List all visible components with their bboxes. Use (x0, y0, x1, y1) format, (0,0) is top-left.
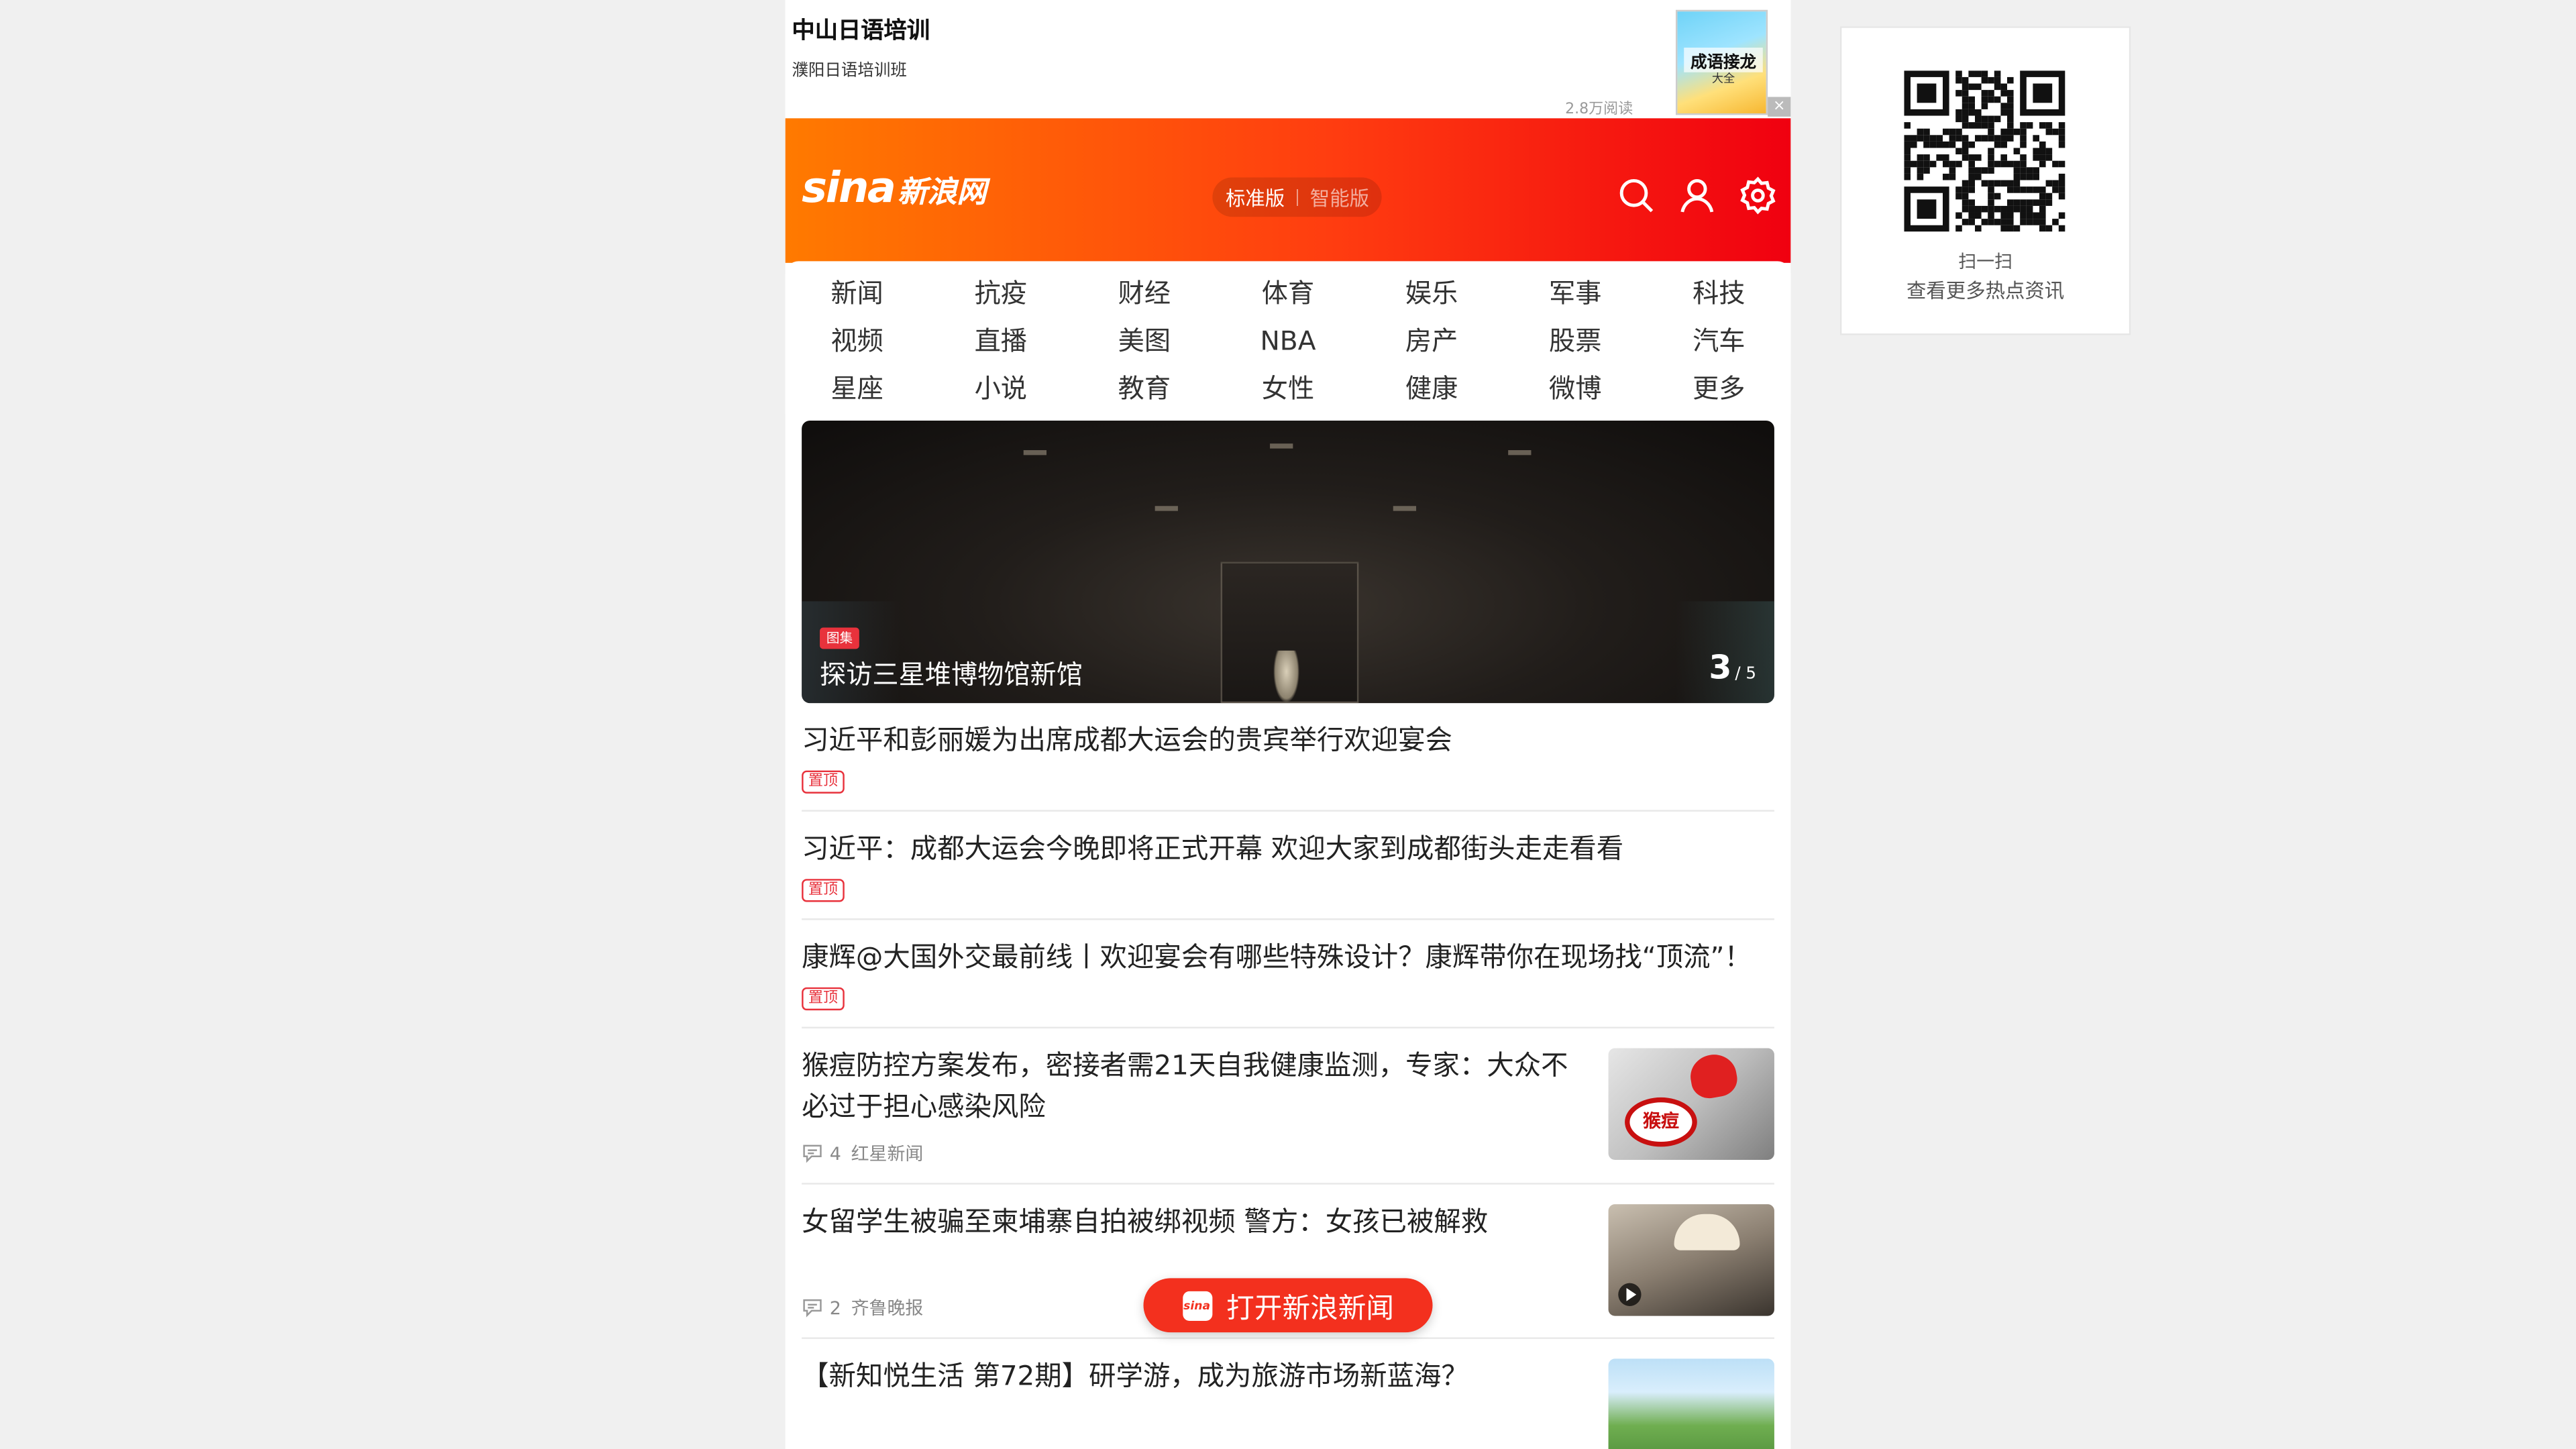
news-headline[interactable]: 猴痘防控方案发布，密接者需21天自我健康监测，专家：大众不必过于担心感染风险 (802, 1045, 1591, 1127)
qr-panel: 扫一扫 查看更多热点资讯 (1839, 26, 2131, 335)
slide-counter: 3/ 5 (1709, 647, 1756, 687)
version-smart[interactable]: 智能版 (1310, 183, 1369, 211)
heart-icon (1687, 1051, 1740, 1102)
channel-grid: 新闻 抗疫 财经 体育 娱乐 军事 科技视频 直播 美图 NBA 房产 股票 汽车星座 小说 教育 女性 健康微… (786, 274, 1791, 407)
comment-count: 2 (829, 1297, 841, 1319)
nav-item[interactable]: 房产 (1360, 322, 1503, 360)
nav-item[interactable]: 星座 (786, 370, 929, 407)
ceiling-light (1023, 450, 1047, 455)
ad-title[interactable]: 中山日语培训 (792, 13, 930, 46)
user-icon[interactable] (1677, 176, 1717, 215)
slide-title[interactable]: 探访三星堆博物馆新馆 (820, 652, 1083, 692)
nav-item[interactable]: 军事 (1503, 274, 1647, 312)
news-headline[interactable]: 康辉@大国外交最前线丨欢迎宴会有哪些特殊设计？康辉带你在现场找“顶流”！ (802, 936, 1774, 977)
news-item[interactable]: 猴痘防控方案发布，密接者需21天自我健康监测，专家：大众不必过于担心感染风险 4… (802, 1028, 1774, 1185)
thumb-figure (1674, 1214, 1740, 1250)
comment-icon (803, 1299, 822, 1318)
gallery-tag: 图集 (820, 627, 859, 649)
nav-item[interactable]: 直播 (929, 322, 1073, 360)
version-standard[interactable]: 标准版 (1226, 183, 1285, 211)
pinned-badge: 置顶 (802, 770, 845, 794)
nav-item[interactable]: 新闻 (786, 274, 929, 312)
news-headline[interactable]: 习近平：成都大运会今晚即将正式开幕 欢迎大家到成都街头走走看看 (802, 828, 1774, 869)
nav-item[interactable]: 娱乐 (1360, 274, 1503, 312)
qr-caption-more: 查看更多热点资讯 (1907, 279, 2065, 303)
nav-item[interactable]: 视频 (786, 322, 929, 360)
gear-icon[interactable] (1738, 176, 1778, 215)
ad-thumb-title: 成语接龙 (1684, 48, 1763, 72)
news-item[interactable]: 习近平和彭丽媛为出席成都大运会的贵宾举行欢迎宴会 置顶 (802, 703, 1774, 812)
ad-subtitle: 濮阳日语培训班 (792, 62, 907, 81)
photo-slider[interactable]: 图集 探访三星堆博物馆新馆 3/ 5 (802, 420, 1774, 704)
nav-item[interactable]: 小说 (929, 370, 1073, 407)
slide-total: / 5 (1735, 665, 1756, 684)
ceiling-light (1508, 450, 1532, 455)
nav-item[interactable]: 微博 (1503, 370, 1647, 407)
nav-item[interactable]: 更多 (1647, 370, 1790, 407)
ceiling-light (1270, 443, 1293, 449)
ceiling-light (1393, 506, 1417, 511)
ceiling-light (1155, 506, 1178, 511)
bronze-statue (1273, 650, 1300, 704)
news-source: 红星新闻 (851, 1143, 924, 1165)
stage: 中山日语培训 濮阳日语培训班 2.8万阅读 成语接龙 大全 × sina 新浪网 … (0, 0, 2576, 1449)
channel-nav: 新闻 抗疫 财经 体育 娱乐 军事 科技视频 直播 美图 NBA 房产 股票 汽车星座 小说 教育 女性 健康微… (785, 261, 1791, 415)
news-thumbnail[interactable] (1608, 1358, 1774, 1449)
nav-item[interactable]: 财经 (1073, 274, 1216, 312)
pinned-badge: 置顶 (802, 987, 845, 1011)
nav-item[interactable]: 抗疫 (929, 274, 1073, 312)
search-icon[interactable] (1617, 176, 1656, 215)
nav-item[interactable]: 科技 (1647, 274, 1790, 312)
news-item[interactable]: 康辉@大国外交最前线丨欢迎宴会有哪些特殊设计？康辉带你在现场找“顶流”！ 置顶 (802, 920, 1774, 1029)
comment-icon (803, 1144, 822, 1163)
nav-item[interactable]: 女性 (1216, 370, 1360, 407)
news-headline[interactable]: 女留学生被骗至柬埔寨自拍被绑视频 警方：女孩已被解救 (802, 1201, 1591, 1242)
mobile-page: 中山日语培训 濮阳日语培训班 2.8万阅读 成语接龙 大全 × sina 新浪网 … (785, 0, 1791, 1449)
logo-chinese: 新浪网 (898, 176, 987, 211)
qr-code-icon (1904, 70, 2065, 232)
ad-read-count: 2.8万阅读 (1565, 101, 1633, 119)
ad-thumbnail[interactable]: 成语接龙 大全 (1675, 9, 1768, 115)
nav-item[interactable]: 美图 (1073, 322, 1216, 360)
version-separator: | (1294, 188, 1301, 207)
sina-logo[interactable]: sina 新浪网 (802, 164, 986, 213)
slide-current: 3 (1709, 647, 1732, 687)
news-headline[interactable]: 【新知悦生活 第72期】研学游，成为旅游市场新蓝海？ (802, 1355, 1591, 1396)
nav-item[interactable]: 汽车 (1647, 322, 1790, 360)
nav-item[interactable]: 健康 (1360, 370, 1503, 407)
play-icon[interactable] (1618, 1283, 1642, 1306)
version-switch[interactable]: 标准版 | 智能版 (1212, 177, 1383, 217)
open-app-button[interactable]: sina 打开新浪新闻 (1143, 1278, 1433, 1333)
nav-item[interactable]: 股票 (1503, 322, 1647, 360)
open-app-label: 打开新浪新闻 (1226, 1293, 1394, 1326)
nav-item[interactable]: 体育 (1216, 274, 1360, 312)
qr-caption-scan: 扫一扫 (1958, 251, 2013, 273)
news-thumbnail[interactable]: 猴痘 (1608, 1048, 1774, 1160)
news-item[interactable]: 习近平：成都大运会今晚即将正式开幕 欢迎大家到成都街头走走看看 置顶 (802, 812, 1774, 920)
news-source: 齐鲁晚报 (851, 1297, 924, 1320)
news-list: 习近平和彭丽媛为出席成都大运会的贵宾举行欢迎宴会 置顶 习近平：成都大运会今晚即… (802, 703, 1774, 1449)
pinned-badge: 置顶 (802, 879, 845, 902)
ad-banner[interactable]: 中山日语培训 濮阳日语培训班 2.8万阅读 成语接龙 大全 × (785, 0, 1791, 119)
nav-item[interactable]: NBA (1216, 322, 1360, 360)
header: sina 新浪网 标准版 | 智能版 (785, 118, 1791, 263)
news-item[interactable]: 【新知悦生活 第72期】研学游，成为旅游市场新蓝海？ (802, 1339, 1774, 1449)
thumb-label: 猴痘 (1625, 1097, 1697, 1147)
video-thumbnail[interactable] (1608, 1204, 1774, 1316)
comment-count: 4 (829, 1142, 841, 1165)
nav-item[interactable]: 教育 (1073, 370, 1216, 407)
news-meta: 4 红星新闻 (802, 1140, 1591, 1167)
news-headline[interactable]: 习近平和彭丽媛为出席成都大运会的贵宾举行欢迎宴会 (802, 720, 1774, 761)
sina-app-icon: sina (1182, 1290, 1212, 1320)
ad-close-icon[interactable]: × (1768, 97, 1791, 117)
ad-thumb-subtitle: 大全 (1711, 72, 1735, 86)
logo-latin: sina (802, 164, 896, 214)
